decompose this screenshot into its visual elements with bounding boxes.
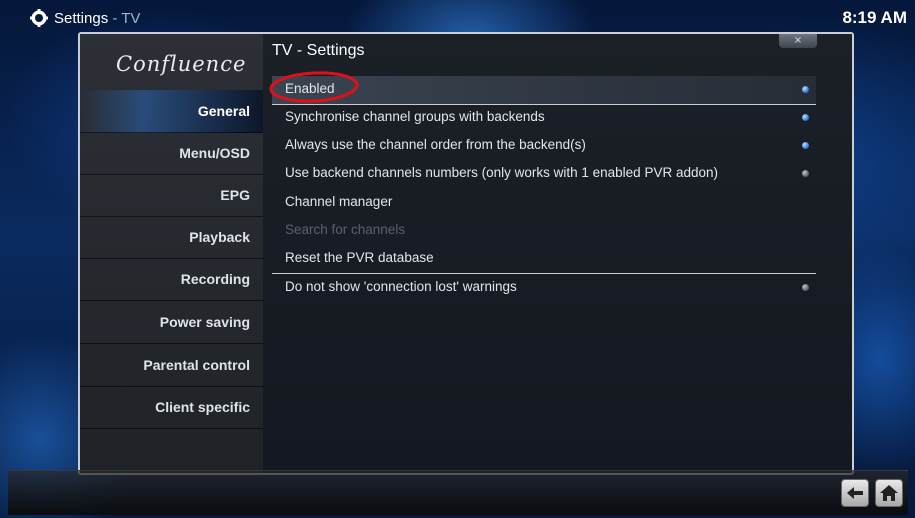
setting-backend-channel-numbers[interactable]: Use backend channels numbers (only works…	[272, 160, 816, 188]
setting-label: Search for channels	[285, 222, 406, 237]
home-button[interactable]	[875, 479, 903, 507]
sidebar-item-general[interactable]: General	[80, 90, 263, 133]
sidebar-item-menu-osd[interactable]: Menu/OSD	[80, 132, 263, 175]
sidebar-item-client-specific[interactable]: Client specific	[80, 386, 263, 429]
sidebar-item-label: Menu/OSD	[179, 145, 250, 161]
toggle-off-icon[interactable]	[802, 284, 809, 291]
page-title: TV - Settings	[272, 42, 365, 59]
sidebar-item-label: Parental control	[143, 357, 250, 373]
sidebar-item-label: EPG	[220, 187, 250, 203]
setting-label: Always use the channel order from the ba…	[285, 137, 586, 152]
setting-label: Reset the PVR database	[285, 250, 434, 265]
toggle-on-icon[interactable]	[802, 86, 809, 93]
home-icon	[880, 485, 898, 501]
setting-backend-channel-order[interactable]: Always use the channel order from the ba…	[272, 132, 816, 160]
setting-label: Use backend channels numbers (only works…	[285, 165, 718, 180]
toggle-off-icon[interactable]	[802, 170, 809, 177]
sidebar-item-label: General	[197, 103, 250, 119]
setting-sync-channel-groups[interactable]: Synchronise channel groups with backends	[272, 104, 816, 132]
sidebar-item-epg[interactable]: EPG	[80, 174, 263, 217]
clock: 8:19 AM	[842, 8, 907, 27]
sidebar-item-label: Playback	[189, 229, 250, 245]
window-title: Settings - TV	[54, 10, 140, 27]
sidebar-item-label: Client specific	[155, 399, 250, 415]
close-button[interactable]: ×	[779, 34, 817, 48]
setting-connection-lost-warnings[interactable]: Do not show 'connection lost' warnings	[272, 274, 816, 302]
toggle-on-icon[interactable]	[802, 142, 809, 149]
toggle-on-icon[interactable]	[802, 114, 809, 121]
bottom-bar	[8, 470, 908, 515]
sidebar-item-label: Power saving	[159, 314, 250, 330]
annotation-ellipse	[269, 71, 359, 103]
back-arrow-icon	[847, 487, 863, 499]
setting-channel-manager[interactable]: Channel manager	[272, 189, 816, 217]
sidebar-item-playback[interactable]: Playback	[80, 216, 263, 259]
confluence-logo: Confluence	[116, 52, 247, 76]
setting-label: Do not show 'connection lost' warnings	[285, 279, 517, 294]
setting-search-channels: Search for channels	[272, 217, 816, 245]
sidebar-item-parental-control[interactable]: Parental control	[80, 344, 263, 387]
title-section: Settings	[54, 10, 109, 27]
title-separator: -	[108, 10, 122, 27]
sidebar-item-recording[interactable]: Recording	[80, 258, 263, 301]
setting-label: Synchronise channel groups with backends	[285, 109, 545, 124]
settings-gear-icon	[30, 9, 48, 27]
title-subsection: TV	[121, 10, 141, 27]
back-button[interactable]	[841, 479, 869, 507]
sidebar-item-power-saving[interactable]: Power saving	[80, 301, 263, 344]
setting-label: Channel manager	[285, 194, 393, 209]
setting-reset-pvr-database[interactable]: Reset the PVR database	[272, 245, 816, 274]
sidebar-item-label: Recording	[180, 271, 250, 287]
